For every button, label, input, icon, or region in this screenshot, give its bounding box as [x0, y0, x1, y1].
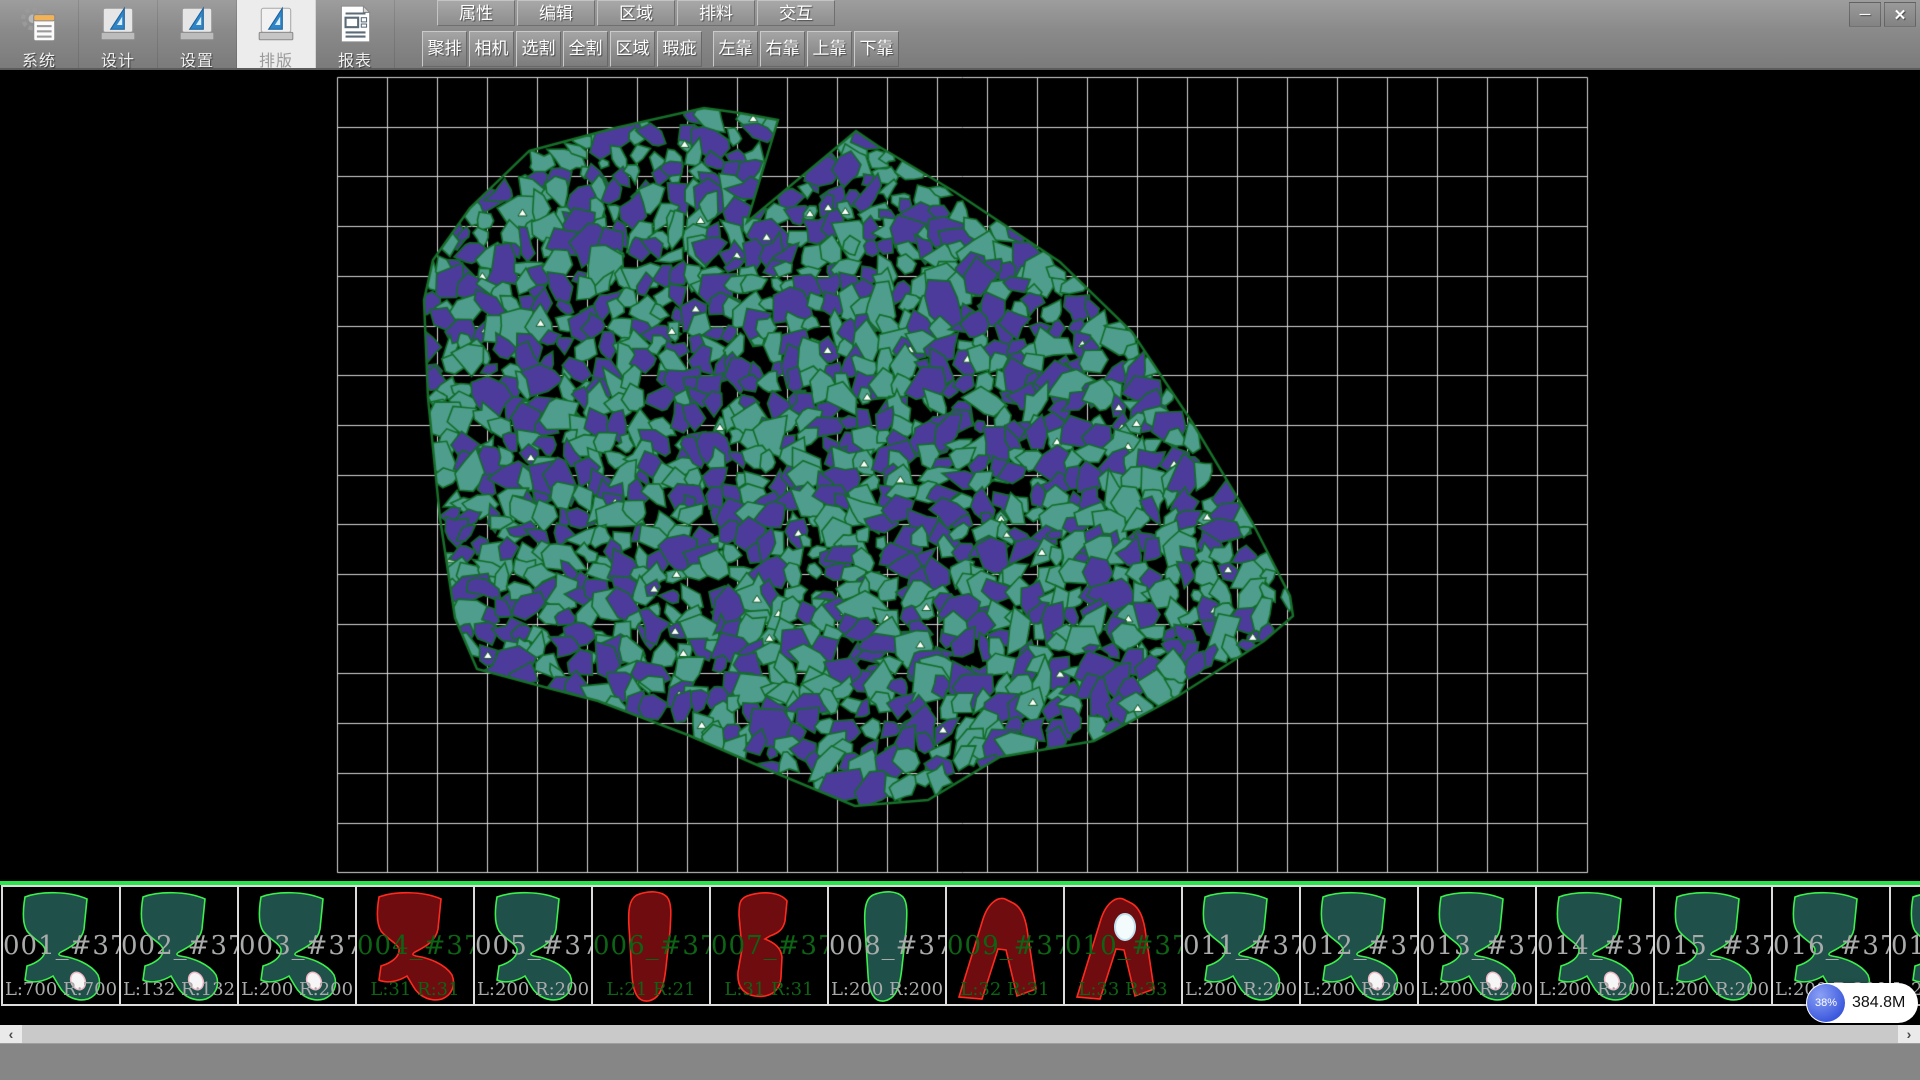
thumbnail-piece-011[interactable]: 011_#37L:200 R:200 [1181, 885, 1301, 1006]
tool-button-camera[interactable]: 相机 [469, 31, 514, 67]
horizontal-scrollbar[interactable]: ‹ › [0, 1025, 1920, 1043]
piece-shape [1183, 887, 1301, 1004]
piece-shape [1065, 887, 1183, 1004]
piece-shape [1537, 887, 1655, 1004]
tool-button-align-bottom[interactable]: 下靠 [854, 31, 899, 67]
nest-canvas[interactable] [0, 70, 1920, 881]
thumbnail-piece-005[interactable]: 005_#37L:200 R:200 [473, 885, 593, 1006]
thumbnail-piece-002[interactable]: 002_#37L:132 R:132 [119, 885, 239, 1006]
piece-shape [1301, 887, 1419, 1004]
design-icon [97, 3, 139, 45]
tool-button-align-top[interactable]: 上靠 [807, 31, 852, 67]
tool-button-align-left[interactable]: 左靠 [713, 31, 758, 67]
window-controls: ─ ✕ [1846, 2, 1916, 27]
thumbnail-piece-004[interactable]: 004_#37L:31 R:31 [355, 885, 475, 1006]
thumbnail-piece-007[interactable]: 007_#37L:31 R:31 [709, 885, 829, 1006]
thumbnail-piece-006[interactable]: 006_#37L:21 R:21 [591, 885, 711, 1006]
piece-shape [239, 887, 357, 1004]
thumbnail-piece-008[interactable]: 008_#37L:200 R:200 [827, 885, 947, 1006]
memory-status-pill: 38% 384.8M [1806, 983, 1918, 1023]
application-window: 系统 设计 设置 排版 [0, 0, 1920, 1080]
tool-button-cut-selected[interactable]: 选割 [516, 31, 561, 67]
app-button-label: 设计 [101, 47, 135, 71]
memory-value: 384.8M [1852, 994, 1905, 1012]
memory-percent-badge: 38% [1807, 984, 1845, 1022]
ribbon-toolbar: 聚排相机选割全割区域瑕疵左靠右靠上靠下靠 [422, 31, 901, 67]
piece-shape [121, 887, 239, 1004]
chevron-left-icon: ‹ [9, 1025, 14, 1043]
system-icon [18, 3, 60, 45]
tab-interact[interactable]: 交互 [757, 0, 835, 26]
tab-region[interactable]: 区域 [597, 0, 675, 26]
tab-nest[interactable]: 排料 [677, 0, 755, 26]
scroll-right-button[interactable]: › [1898, 1025, 1920, 1043]
app-button-label: 设置 [180, 47, 214, 71]
piece-shape [475, 887, 593, 1004]
piece-shape [947, 887, 1065, 1004]
minimize-button[interactable]: ─ [1849, 2, 1881, 27]
thumbnail-piece-003[interactable]: 003_#37L:200 R:200 [237, 885, 357, 1006]
piece-shape [3, 887, 121, 1004]
chevron-right-icon: › [1907, 1025, 1912, 1043]
thumbnail-piece-009[interactable]: 009_#37L:32 R:31 [945, 885, 1065, 1006]
report-icon [334, 3, 376, 45]
piece-thumbnail-strip: 001_#37L:700 R:700002_#37L:132 R:132003_… [0, 881, 1920, 1025]
thumbnail-piece-010[interactable]: 010_#37L:33 R:33 [1063, 885, 1183, 1006]
scroll-left-button[interactable]: ‹ [0, 1025, 22, 1043]
app-button-label: 排版 [259, 47, 293, 71]
piece-shape [711, 887, 829, 1004]
tab-properties[interactable]: 属性 [437, 0, 515, 26]
piece-shape [1655, 887, 1773, 1004]
piece-shape [1419, 887, 1537, 1004]
app-mode-bar: 系统 设计 设置 排版 [0, 0, 395, 68]
app-button-report[interactable]: 报表 [316, 0, 395, 68]
tab-edit[interactable]: 编辑 [517, 0, 595, 26]
app-button-label: 系统 [22, 47, 56, 71]
piece-shape [357, 887, 475, 1004]
app-button-label: 报表 [338, 47, 372, 71]
ribbon-tabs: 属性 编辑 区域 排料 交互 [437, 0, 837, 26]
app-button-nesting[interactable]: 排版 [237, 0, 316, 68]
tool-button-defect[interactable]: 瑕疵 [657, 31, 702, 67]
piece-shape [593, 887, 711, 1004]
thumbnail-piece-013[interactable]: 013_#37L:200 R:200 [1417, 885, 1537, 1006]
app-button-settings[interactable]: 设置 [158, 0, 237, 68]
ribbon-bar: 系统 设计 设置 排版 [0, 0, 1920, 70]
tool-button-cluster-nest[interactable]: 聚排 [422, 31, 467, 67]
close-button[interactable]: ✕ [1884, 2, 1916, 27]
thumbnail-piece-001[interactable]: 001_#37L:700 R:700 [1, 885, 121, 1006]
piece-shape [829, 887, 947, 1004]
tool-button-align-right[interactable]: 右靠 [760, 31, 805, 67]
tool-button-area[interactable]: 区域 [610, 31, 655, 67]
nesting-workspace[interactable] [0, 70, 1920, 881]
app-button-design[interactable]: 设计 [79, 0, 158, 68]
status-bar [0, 1043, 1920, 1080]
app-button-system[interactable]: 系统 [0, 0, 79, 68]
tool-button-cut-all[interactable]: 全割 [563, 31, 608, 67]
settings-icon [176, 3, 218, 45]
thumbnail-piece-012[interactable]: 012_#37L:200 R:200 [1299, 885, 1419, 1006]
thumbnail-piece-014[interactable]: 014_#37L:200 R:200 [1535, 885, 1655, 1006]
nesting-icon [255, 3, 297, 45]
thumbnail-piece-015[interactable]: 015_#37L:200 R:200 [1653, 885, 1773, 1006]
